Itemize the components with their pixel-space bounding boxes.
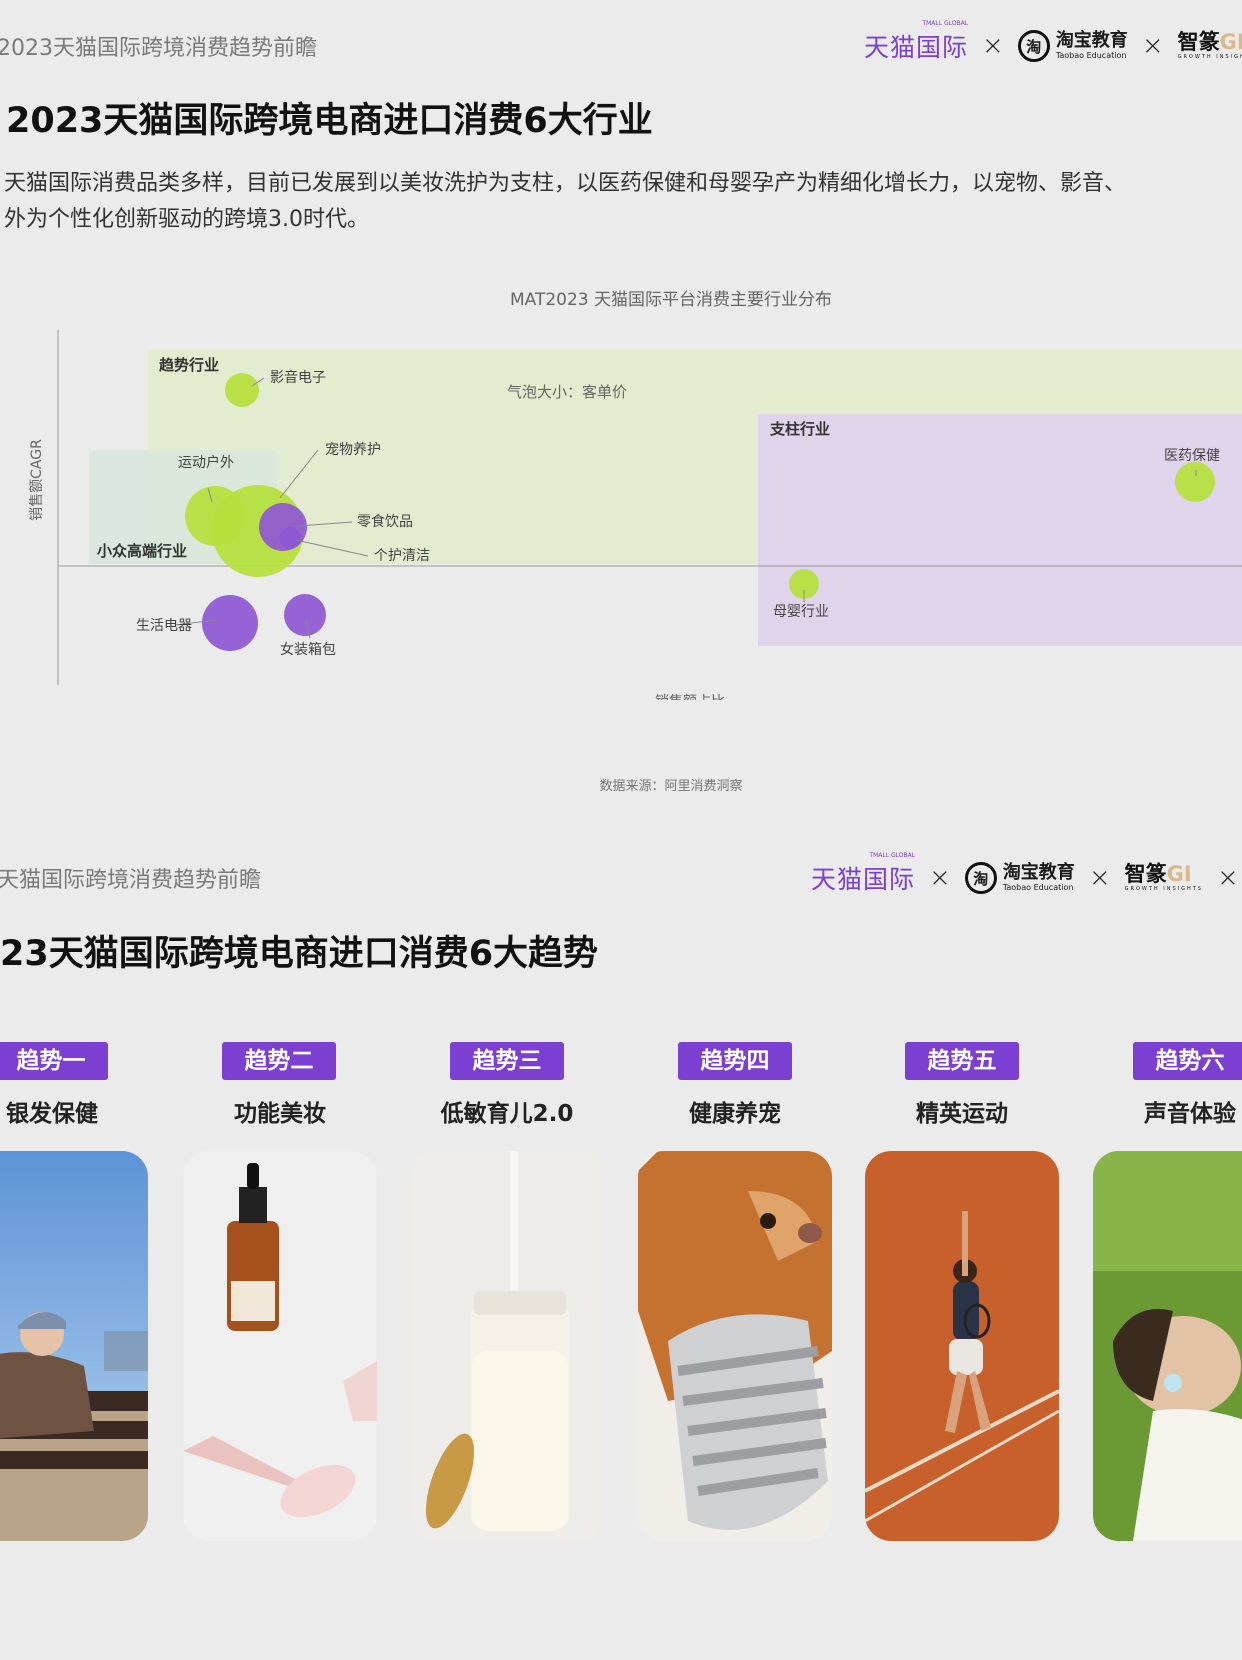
x-axis-label: 销售额占比 bbox=[655, 694, 725, 700]
taobao-mark-icon: 淘 bbox=[964, 862, 997, 894]
taobao-education-logo: 淘 淘宝教育 Taobao Education bbox=[1017, 30, 1128, 62]
region-label-3: 小众高端行业 bbox=[97, 542, 187, 560]
trend-name-2: 功能美妆 bbox=[234, 1101, 326, 1127]
chart-title: MAT2023 天猫国际平台消费主要行业分布 bbox=[509, 290, 833, 310]
bubble-5 bbox=[279, 527, 301, 549]
cross-icon: × bbox=[982, 31, 1004, 61]
description-line-1: 天猫国际消费品类多样，目前已发展到以美妆洗护为支柱，以医药保健和母婴孕产为精细化… bbox=[4, 171, 1127, 196]
partner-logos-2: 天猫国际 TMALL GLOBAL × 淘 淘宝教育 Taobao Educatio… bbox=[811, 852, 1239, 896]
data-source: 数据来源：阿里消费洞察 bbox=[599, 779, 743, 794]
bubble-label-8: 医药保健 bbox=[1164, 448, 1220, 464]
trend-name-4: 健康养宠 bbox=[689, 1101, 781, 1127]
growth-insights-logo: 智篆GI GROWTH INSIGHTS bbox=[1124, 862, 1203, 892]
region-label-2: 支柱行业 bbox=[769, 420, 830, 438]
photo-man-on-grass bbox=[1093, 1151, 1242, 1541]
bubble-size-note: 气泡大小：客单价 bbox=[507, 383, 627, 401]
taobao-education-logo: 淘 淘宝教育 Taobao Education bbox=[964, 862, 1075, 894]
bubble-chart: 趋势行业支柱行业小众高端行业 销售额CAGR 销售额占比 气泡大小：客单价 影音电子运动… bbox=[0, 320, 1242, 710]
bubble-label-2: 运动户外 bbox=[178, 454, 234, 471]
trend-name-1: 银发保健 bbox=[6, 1101, 98, 1127]
bubble-label-5: 个护清洁 bbox=[374, 548, 430, 564]
y-axis-label: 销售额CAGR bbox=[29, 439, 45, 521]
bubble-label-9: 母婴行业 bbox=[773, 604, 829, 620]
bubble-label-6: 生活电器 bbox=[136, 618, 192, 634]
partner-logos: 天猫国际 TMALL GLOBAL × 淘 淘宝教育 Taobao Educatio… bbox=[864, 20, 1242, 64]
bubble-label-3: 宠物养护 bbox=[325, 442, 381, 458]
cross-icon: × bbox=[1216, 863, 1239, 893]
tmall-global-logo: 天猫国际 TMALL GLOBAL bbox=[864, 20, 969, 62]
photo-tennis-player bbox=[865, 1151, 1059, 1541]
page-title-2: 23天猫国际跨境电商进口消费6大趋势 bbox=[0, 934, 599, 974]
photo-dog-toy bbox=[638, 1151, 832, 1541]
bubble-label-4: 零食饮品 bbox=[357, 513, 413, 530]
trend-tag-1: 趋势一 bbox=[0, 1042, 108, 1080]
cross-icon: × bbox=[929, 863, 951, 893]
bubble-chart-svg: 趋势行业支柱行业小众高端行业 销售额CAGR 销售额占比 气泡大小：客单价 影音电子运动… bbox=[29, 330, 1242, 710]
page-title: 2023天猫国际跨境电商进口消费6大行业 bbox=[6, 101, 653, 141]
description-line-2: 外为个性化创新驱动的跨境3.0时代。 bbox=[4, 207, 369, 232]
report-header-text: 2023天猫国际跨境消费趋势前瞻 bbox=[0, 36, 317, 61]
photo-milk-jar bbox=[410, 1151, 604, 1541]
bubble-1 bbox=[225, 373, 259, 407]
trend-tag-4: 趋势四 bbox=[678, 1042, 792, 1080]
trend-name-5: 精英运动 bbox=[916, 1101, 1008, 1127]
trend-name-6: 声音体验 bbox=[1144, 1101, 1236, 1127]
trend-tag-2: 趋势二 bbox=[222, 1042, 336, 1080]
report-header-text-2: 天猫国际跨境消费趋势前瞻 bbox=[0, 868, 262, 893]
bubble-6 bbox=[202, 595, 258, 651]
bubble-8 bbox=[1175, 462, 1215, 502]
taobao-mark-icon: 淘 bbox=[1017, 30, 1050, 62]
cross-icon: × bbox=[1088, 863, 1111, 893]
photo-serum-roller bbox=[183, 1151, 377, 1541]
bubble-7 bbox=[284, 594, 326, 636]
growth-insights-logo: 智篆GI GROWTH INSIGHTS bbox=[1177, 30, 1242, 60]
trend-tag-5: 趋势五 bbox=[905, 1042, 1019, 1080]
trend-tag-3: 趋势三 bbox=[450, 1042, 564, 1080]
trend-tag-6: 趋势六 bbox=[1133, 1042, 1242, 1080]
trend-name-3: 低敏育儿2.0 bbox=[440, 1101, 574, 1127]
cross-icon: × bbox=[1141, 31, 1164, 61]
photo-senior-man bbox=[0, 1151, 148, 1541]
tmall-global-logo: 天猫国际 TMALL GLOBAL bbox=[811, 852, 916, 894]
bubble-label-1: 影音电子 bbox=[270, 369, 326, 386]
region-label-1: 趋势行业 bbox=[159, 356, 219, 374]
bubble-label-7: 女装箱包 bbox=[280, 641, 336, 658]
